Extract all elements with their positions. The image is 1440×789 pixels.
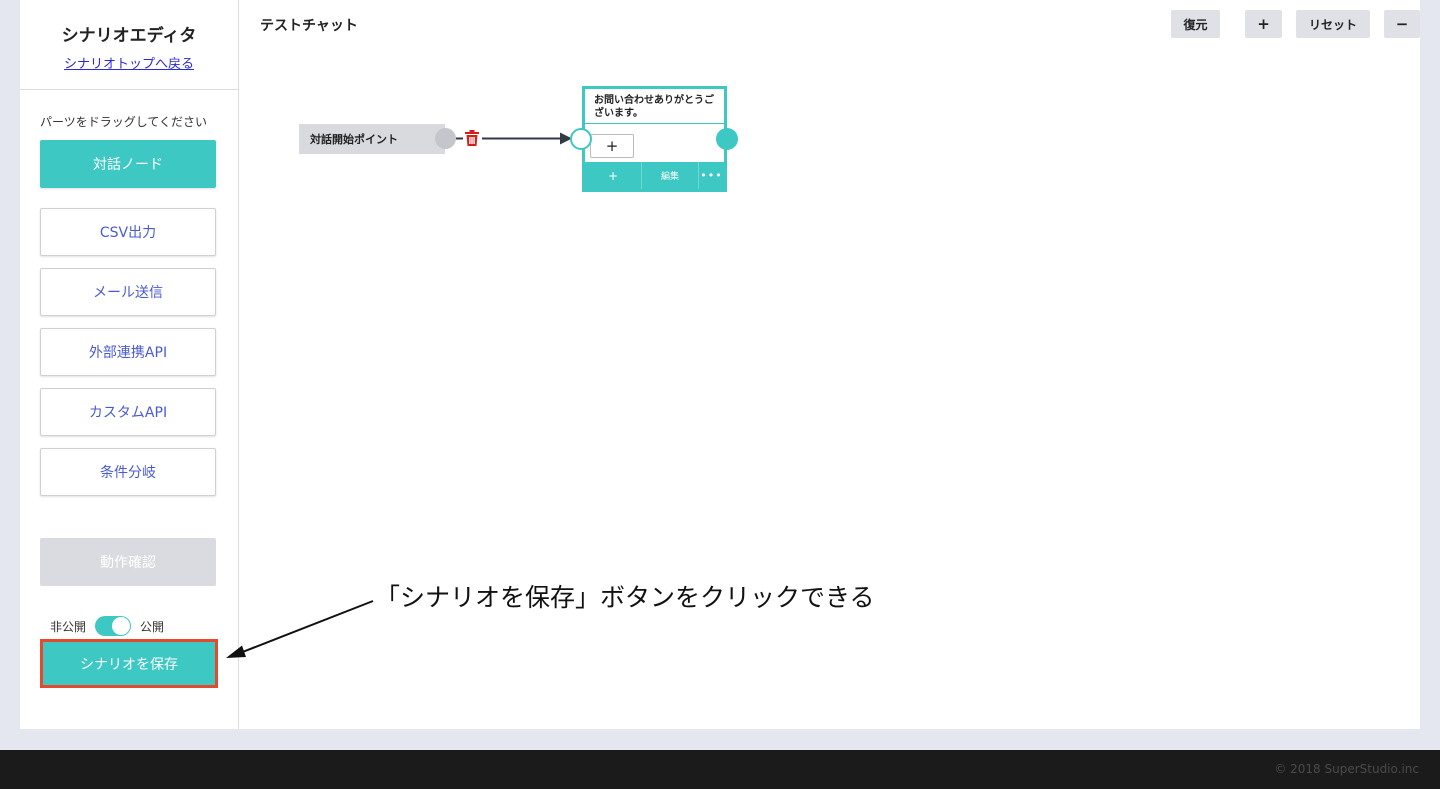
dialog-node-footer: + 編集 ••• [585,162,724,189]
footer-bar: © 2018 SuperStudio.inc [0,750,1440,789]
canvas-area: テストチャット 復元 + リセット − 対話開始ポイント お問い合わせありがとう… [239,0,1420,729]
test-run-button: 動作確認 [40,538,216,586]
dialog-node[interactable]: お問い合わせありがとうございます。 + + 編集 ••• [582,86,727,192]
dialog-node-text: お問い合わせありがとうございます。 [585,89,724,124]
drag-hint: パーツをドラッグしてください [40,115,208,129]
app-panel: シナリオエディタ シナリオトップへ戻る パーツをドラッグしてください 対話ノード… [20,0,1420,729]
sidebar-header: シナリオエディタ シナリオトップへ戻る [20,0,238,90]
part-external-api[interactable]: 外部連携API [40,328,216,376]
node-edit-button[interactable]: 編集 [642,162,699,189]
part-dialog-node[interactable]: 対話ノード [40,140,216,188]
part-send-mail[interactable]: メール送信 [40,268,216,316]
publish-toggle[interactable] [95,616,132,636]
node-add-choice-button[interactable]: + [590,134,634,158]
part-csv-output[interactable]: CSV出力 [40,208,216,256]
app-title: シナリオエディタ [61,26,197,46]
public-label: 公開 [140,619,165,634]
save-scenario-button[interactable]: シナリオを保存 [40,639,218,688]
annotation-text: 「シナリオを保存」ボタンをクリックできる [375,583,875,612]
copyright: © 2018 SuperStudio.inc [1274,762,1419,776]
start-point-handle[interactable] [435,128,456,149]
node-output-handle[interactable] [716,128,738,150]
publish-toggle-row: 非公開 公開 [50,616,164,636]
back-to-scenario-top-link[interactable]: シナリオトップへ戻る [64,53,194,72]
part-condition-branch[interactable]: 条件分岐 [40,448,216,496]
trash-icon[interactable] [465,130,479,146]
sidebar: シナリオエディタ シナリオトップへ戻る パーツをドラッグしてください 対話ノード… [20,0,239,729]
part-custom-api[interactable]: カスタムAPI [40,388,216,436]
start-point-node[interactable]: 対話開始ポイント [299,124,445,154]
private-label: 非公開 [50,619,87,634]
toggle-knob [112,617,131,635]
node-input-handle[interactable] [570,128,592,150]
node-footer-add-button[interactable]: + [585,162,642,189]
node-more-icon[interactable]: ••• [699,162,724,189]
